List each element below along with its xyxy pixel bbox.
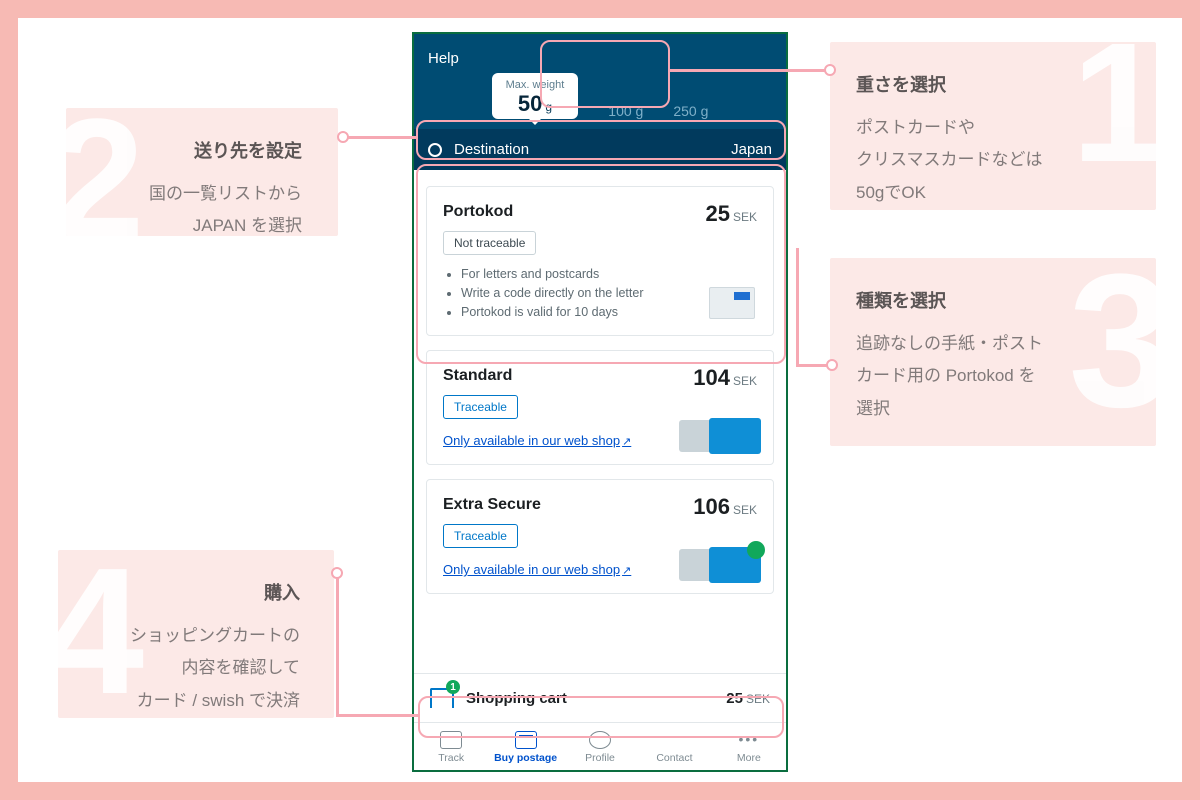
badge-traceable-std: Traceable (443, 395, 518, 419)
tab-track-label: Track (414, 752, 488, 764)
cart-label: Shopping cart (466, 690, 567, 707)
standard-illustration (677, 410, 761, 454)
product-portokod[interactable]: Portokod 25SEK Not traceable For letters… (426, 186, 774, 336)
connector-2-dot (337, 131, 349, 143)
annotation-2: 2 送り先を設定 国の一覧リストから JAPAN を選択 (66, 108, 338, 236)
phone-mockup: Help Max. weight 50g 100 g 250 g Destina… (412, 32, 788, 772)
tab-buy-label: Buy postage (488, 752, 562, 764)
destination-bar[interactable]: Destination Japan (414, 129, 786, 170)
anno3-line2: カード用の Portokod を (856, 360, 1126, 392)
annotation-1: 1 重さを選択 ポストカードや クリスマスカードなどは 50gでOK (830, 42, 1156, 210)
help-link[interactable]: Help (428, 50, 772, 67)
external-icon: ↗ (622, 436, 631, 448)
connector-2 (338, 136, 418, 139)
tab-bar: Track Buy postage Profile Contact More (414, 722, 786, 770)
anno3-line3: 選択 (856, 393, 1126, 425)
weight-option-100[interactable]: 100 g (608, 103, 643, 119)
connector-3-dot (826, 359, 838, 371)
connector-3h (796, 364, 830, 367)
annotation-4: 4 購入 ショッピングカートの 内容を確認して カード / swish で決済 (58, 550, 334, 718)
standard-price: 104SEK (693, 365, 757, 391)
tab-profile-label: Profile (563, 752, 637, 764)
anno1-title: 重さを選択 (856, 68, 1126, 102)
cart-icon: 1 (430, 688, 454, 708)
weight-value-50: 50 (518, 91, 542, 116)
anno4-line1: ショッピングカートの (84, 620, 300, 652)
buy-icon (515, 731, 537, 749)
product-standard[interactable]: Standard 104SEK Traceable Only available… (426, 350, 774, 465)
weight-selector: Max. weight 50g 100 g 250 g (428, 73, 772, 119)
weight-option-250[interactable]: 250 g (673, 103, 708, 119)
cart-badge: 1 (446, 680, 460, 694)
tab-contact-label: Contact (637, 752, 711, 764)
product-extra-secure[interactable]: Extra Secure 106SEK Traceable Only avail… (426, 479, 774, 594)
badge-not-traceable: Not traceable (443, 231, 536, 255)
standard-webshop-link[interactable]: Only available in our web shop↗ (443, 433, 631, 448)
portokod-illustration (677, 281, 761, 325)
connector-4h (336, 714, 420, 717)
tab-contact[interactable]: Contact (637, 731, 711, 764)
connector-1 (670, 69, 828, 72)
anno4-line3: カード / swish で決済 (84, 685, 300, 717)
anno1-line2: クリスマスカードなどは (856, 144, 1126, 176)
destination-value: Japan (731, 141, 772, 158)
connector-1-dot (824, 64, 836, 76)
product-list: Portokod 25SEK Not traceable For letters… (414, 170, 786, 673)
tab-track[interactable]: Track (414, 731, 488, 764)
anno3-title: 種類を選択 (856, 284, 1126, 318)
app-header: Help Max. weight 50g 100 g 250 g (414, 34, 786, 129)
weight-unit: g (545, 100, 552, 114)
check-icon (747, 541, 765, 559)
max-weight-label: Max. weight (506, 79, 565, 91)
portokod-price: 25SEK (706, 201, 758, 227)
tab-buy-postage[interactable]: Buy postage (488, 731, 562, 764)
weight-option-50[interactable]: Max. weight 50g (492, 73, 579, 119)
tab-profile[interactable]: Profile (563, 731, 637, 764)
anno2-line2: JAPAN を選択 (92, 210, 302, 236)
annotation-3: 3 種類を選択 追跡なしの手紙・ポスト カード用の Portokod を 選択 (830, 258, 1156, 446)
connector-4v (336, 572, 339, 716)
more-icon (738, 731, 760, 749)
anno3-line1: 追跡なしの手紙・ポスト (856, 328, 1126, 360)
tab-more-label: More (712, 752, 786, 764)
anno1-line1: ポストカードや (856, 112, 1126, 144)
anno2-title: 送り先を設定 (92, 134, 302, 168)
extra-illustration (677, 539, 761, 583)
badge-traceable-extra: Traceable (443, 524, 518, 548)
anno4-title: 購入 (84, 576, 300, 610)
extra-price: 106SEK (693, 494, 757, 520)
shopping-cart-row[interactable]: 1 Shopping cart 25SEK (414, 673, 786, 722)
tab-more[interactable]: More (712, 731, 786, 764)
profile-icon (589, 731, 611, 749)
track-icon (440, 731, 462, 749)
anno2-line1: 国の一覧リストから (92, 178, 302, 210)
extra-webshop-link[interactable]: Only available in our web shop↗ (443, 562, 631, 577)
cart-price: 25SEK (726, 690, 770, 707)
external-icon-2: ↗ (622, 565, 631, 577)
connector-4-dot (331, 567, 343, 579)
destination-label: Destination (454, 141, 529, 158)
anno4-line2: 内容を確認して (84, 652, 300, 684)
anno1-line3: 50gでOK (856, 177, 1126, 209)
pin-icon (428, 143, 442, 157)
connector-3v (796, 248, 799, 366)
